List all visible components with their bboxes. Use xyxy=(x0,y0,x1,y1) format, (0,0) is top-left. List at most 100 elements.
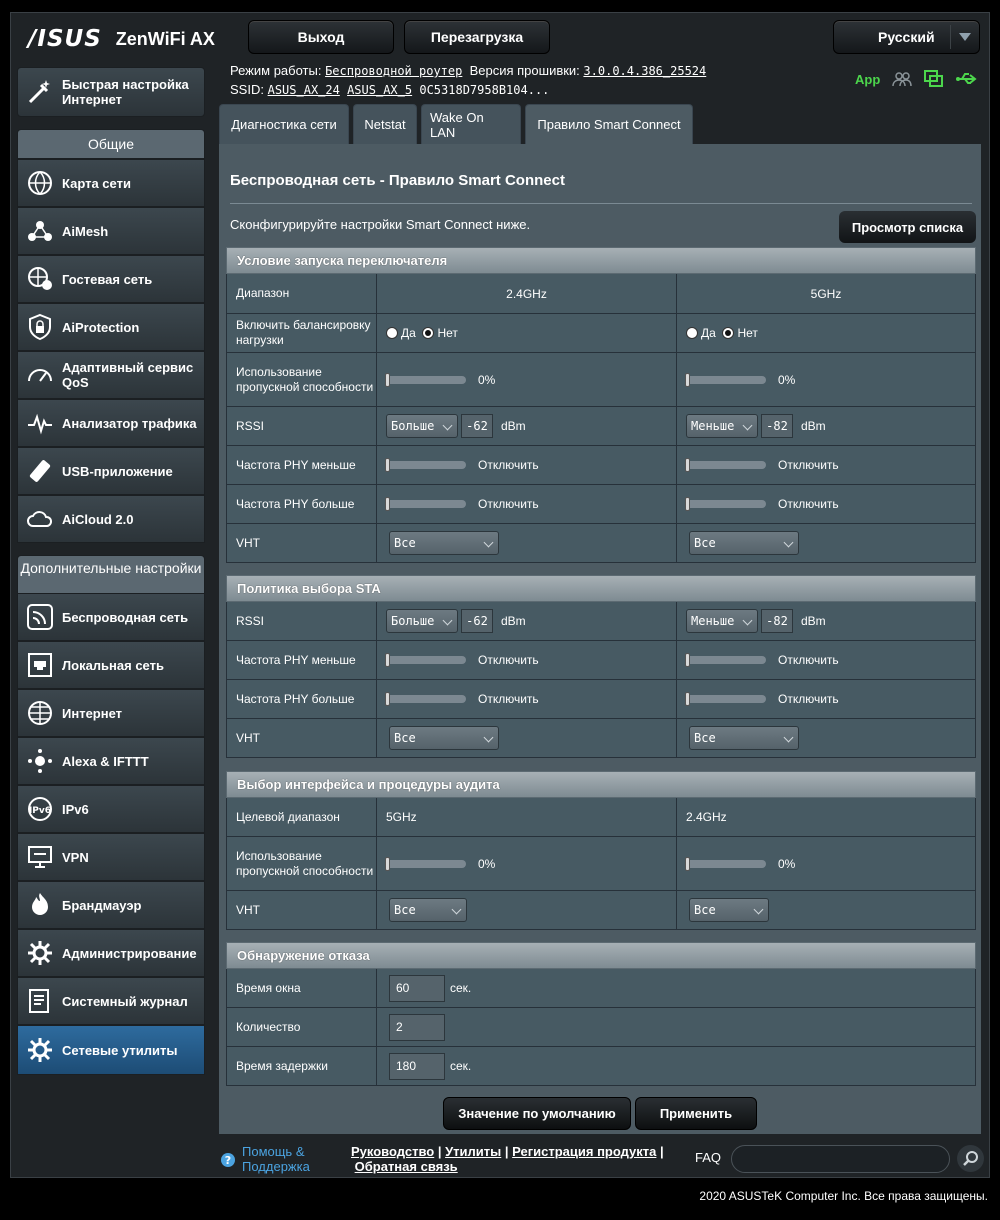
tab-netstat[interactable]: Netstat xyxy=(353,104,417,144)
firmware-link[interactable]: 3.0.0.4.386_25524 xyxy=(583,64,706,78)
radio-yes[interactable] xyxy=(386,327,398,339)
delay-time-input[interactable]: 180 xyxy=(389,1052,445,1080)
radio-yes[interactable] xyxy=(686,327,698,339)
sidebar-item-guest-network[interactable]: Гостевая сеть xyxy=(17,255,205,303)
phy-lt-2: Отключить xyxy=(676,446,975,484)
sidebar-item-qos[interactable]: Адаптивный сервис QoS xyxy=(17,351,205,399)
rssi-operator-select[interactable]: Меньше xyxy=(686,414,758,438)
sidebar-item-lan[interactable]: Локальная сеть xyxy=(17,641,205,689)
model-name: ZenWiFi AX xyxy=(115,28,215,49)
help-support[interactable]: ? Помощь & Поддержка xyxy=(220,1144,322,1174)
apply-button[interactable]: Применить xyxy=(635,1097,757,1130)
slider-knob[interactable] xyxy=(385,372,390,387)
mesh-icon xyxy=(28,221,52,241)
slider-knob[interactable] xyxy=(385,458,390,472)
sidebar-item-aiprotection[interactable]: AiProtection xyxy=(17,303,205,351)
phy-slider[interactable] xyxy=(685,692,766,706)
sidebar-item-alexa-ifttt[interactable]: Alexa & IFTTT xyxy=(17,737,205,785)
clients-icon[interactable] xyxy=(892,71,913,87)
faq-search-input[interactable] xyxy=(731,1145,950,1173)
slider-knob[interactable] xyxy=(385,653,390,667)
slider-knob[interactable] xyxy=(685,458,690,472)
logout-button[interactable]: Выход xyxy=(248,20,394,54)
network-status-icon[interactable] xyxy=(924,70,944,88)
reboot-button[interactable]: Перезагрузка xyxy=(404,20,550,54)
tab-smart-connect-rule[interactable]: Правило Smart Connect xyxy=(525,104,693,144)
rssi-value-input[interactable]: -82 xyxy=(761,414,793,438)
vht-select[interactable]: Все xyxy=(389,898,467,922)
rssi-operator-select[interactable]: Больше xyxy=(386,414,458,438)
phy-slider[interactable] xyxy=(385,458,466,472)
slider-knob[interactable] xyxy=(685,692,690,706)
sidebar-item-usb-app[interactable]: USB-приложение xyxy=(17,447,205,495)
asus-logo[interactable]: /ISUS ZenWiFi AX xyxy=(28,24,228,54)
window-time-input[interactable]: 60 xyxy=(389,974,445,1002)
bandwidth-slider[interactable] xyxy=(685,372,766,387)
utilities-link[interactable]: Утилиты xyxy=(445,1144,501,1159)
bandwidth-slider[interactable] xyxy=(385,856,466,871)
manual-link[interactable]: Руководство xyxy=(351,1144,434,1159)
language-select[interactable]: Русский xyxy=(833,20,980,54)
phy-slider[interactable] xyxy=(685,497,766,511)
tab-network-diagnostics[interactable]: Диагностика сети xyxy=(219,104,349,144)
sidebar-item-label: USB-приложение xyxy=(62,463,173,479)
sidebar-item-aicloud[interactable]: AiCloud 2.0 xyxy=(17,495,205,543)
bandwidth-slider[interactable] xyxy=(385,372,466,387)
phy-slider[interactable] xyxy=(385,497,466,511)
rssi-value-input[interactable]: -62 xyxy=(461,414,493,438)
slider-knob[interactable] xyxy=(685,372,690,387)
slider-knob[interactable] xyxy=(685,856,690,871)
sidebar-item-vpn[interactable]: VPN xyxy=(17,833,205,881)
phy-slider[interactable] xyxy=(385,692,466,706)
sidebar-item-internet[interactable]: Интернет xyxy=(17,689,205,737)
row-label: Диапазон xyxy=(236,286,290,300)
sidebar-item-network-map[interactable]: Карта сети xyxy=(17,159,205,207)
sidebar-item-firewall[interactable]: Брандмауэр xyxy=(17,881,205,929)
rssi-value-input[interactable]: -62 xyxy=(461,609,493,633)
sidebar-item-system-log[interactable]: Системный журнал xyxy=(17,977,205,1025)
sidebar-item-label: Alexa & IFTTT xyxy=(62,753,149,769)
sidebar-item-network-tools[interactable]: Сетевые утилиты xyxy=(17,1025,205,1075)
sidebar-item-traffic-analyzer[interactable]: Анализатор трафика xyxy=(17,399,205,447)
phy-slider[interactable] xyxy=(685,653,766,667)
mode-link[interactable]: Беспроводной роутер xyxy=(325,64,462,78)
usb-icon[interactable] xyxy=(956,72,978,86)
radio-no[interactable] xyxy=(422,327,435,339)
row-label: Количество xyxy=(236,1019,301,1034)
slider-knob[interactable] xyxy=(685,653,690,667)
radio-no[interactable] xyxy=(722,327,735,339)
vht-select[interactable]: Все xyxy=(389,531,499,555)
vht-select[interactable]: Все xyxy=(389,726,499,750)
faq-search-button[interactable] xyxy=(957,1145,984,1172)
select-value: Все xyxy=(394,731,416,745)
feedback-link[interactable]: Обратная связь xyxy=(355,1159,458,1174)
slider-knob[interactable] xyxy=(385,692,390,706)
count-input[interactable]: 2 xyxy=(389,1013,445,1041)
bandwidth-slider[interactable] xyxy=(685,856,766,871)
vht-select[interactable]: Все xyxy=(689,726,799,750)
sidebar-item-wireless[interactable]: Беспроводная сеть xyxy=(17,593,205,641)
sidebar-item-label: Сетевые утилиты xyxy=(62,1042,178,1058)
sidebar-item-administration[interactable]: Администрирование xyxy=(17,929,205,977)
rssi-operator-select[interactable]: Больше xyxy=(386,609,458,633)
app-link[interactable]: App xyxy=(855,72,880,87)
slider-knob[interactable] xyxy=(385,497,390,511)
sidebar-item-aimesh[interactable]: AiMesh xyxy=(17,207,205,255)
slider-knob[interactable] xyxy=(685,497,690,511)
ssid-24-link[interactable]: ASUS_AX_24 xyxy=(268,83,340,97)
phy-slider[interactable] xyxy=(385,653,466,667)
sidebar-item-ipv6[interactable]: IPv6 IPv6 xyxy=(17,785,205,833)
rssi-operator-select[interactable]: Меньше xyxy=(686,609,758,633)
slider-knob[interactable] xyxy=(385,856,390,871)
phy-slider[interactable] xyxy=(685,458,766,472)
default-button[interactable]: Значение по умолчанию xyxy=(443,1097,631,1130)
registration-link[interactable]: Регистрация продукта xyxy=(512,1144,656,1159)
vht-select[interactable]: Все xyxy=(689,898,769,922)
help-link[interactable]: Помощь & Поддержка xyxy=(242,1144,322,1174)
ssid-5-link[interactable]: ASUS_AX_5 xyxy=(347,83,412,97)
vht-select[interactable]: Все xyxy=(689,531,799,555)
tab-wake-on-lan[interactable]: Wake On LAN xyxy=(421,104,521,144)
view-list-button[interactable]: Просмотр списка xyxy=(839,211,976,243)
rssi-value-input[interactable]: -82 xyxy=(761,609,793,633)
sidebar-item-quick-setup[interactable]: Быстрая настройка Интернет xyxy=(17,67,205,117)
